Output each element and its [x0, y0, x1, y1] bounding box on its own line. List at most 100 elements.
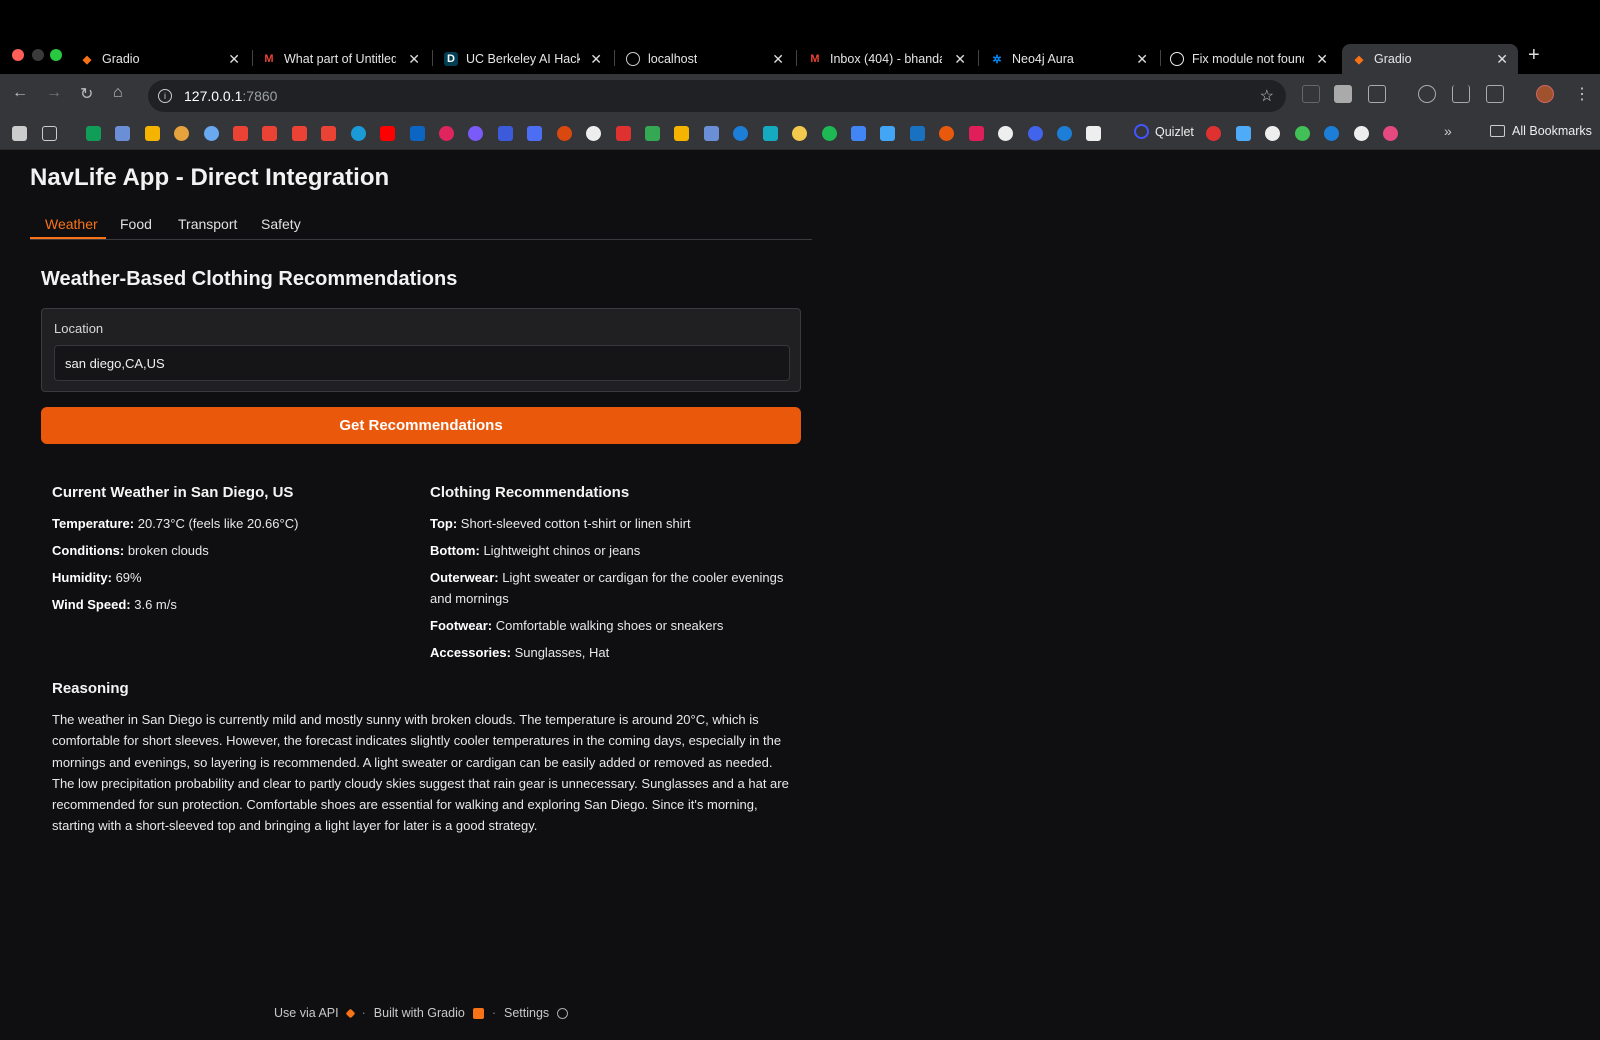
cast-icon[interactable] [1302, 85, 1320, 103]
pdf-icon[interactable] [616, 126, 631, 141]
bookmark-icon[interactable] [704, 126, 719, 141]
section-title: Weather-Based Clothing Recommendations [41, 268, 458, 290]
close-icon[interactable]: ✕ [408, 51, 420, 68]
gear-icon [557, 1007, 569, 1019]
side-panel-icon[interactable] [1486, 85, 1504, 103]
browser-tab[interactable]: ◆ Gradio ✕ [80, 44, 240, 74]
docs-icon[interactable] [851, 126, 866, 141]
bookmark-icon[interactable] [939, 126, 954, 141]
bookmark-icon[interactable] [1324, 126, 1339, 141]
globe-icon[interactable] [1265, 126, 1280, 141]
menu-dots-icon[interactable]: ⋮ [1574, 84, 1590, 104]
bookmark-icon[interactable] [498, 126, 513, 141]
reload-icon[interactable]: ↻ [80, 84, 93, 104]
youtube-icon[interactable] [380, 126, 395, 141]
bookmark-icon[interactable] [1295, 126, 1310, 141]
bookmark-icon[interactable] [439, 126, 454, 141]
download-icon[interactable] [1452, 85, 1470, 103]
bookmark-icon[interactable] [1028, 126, 1043, 141]
dribbble-icon[interactable] [1383, 126, 1398, 141]
gradio-logo-icon [472, 1007, 484, 1019]
bookmark-icon[interactable] [910, 126, 925, 141]
minimize-window-button[interactable] [32, 49, 44, 61]
gmail-icon[interactable] [321, 126, 336, 141]
tab-weather[interactable]: Weather [45, 216, 98, 232]
github-icon[interactable] [586, 126, 601, 141]
globe-icon[interactable] [998, 126, 1013, 141]
keep-icon[interactable] [145, 126, 160, 141]
all-bookmarks-button[interactable]: All Bookmarks [1490, 124, 1592, 138]
bookmark-icon[interactable] [468, 126, 483, 141]
built-with-gradio-link[interactable]: Built with Gradio [374, 1006, 465, 1020]
tab-separator [432, 50, 433, 66]
chatgpt-icon [1170, 52, 1184, 66]
bookmark-icon[interactable] [557, 126, 572, 141]
tab-food[interactable]: Food [120, 216, 152, 232]
forward-arrow-icon[interactable]: → [46, 84, 62, 102]
settings-link[interactable]: Settings [504, 1006, 549, 1020]
browser-tab[interactable]: M What part of Untitled ✕ [262, 44, 420, 74]
bookmark-icon[interactable] [763, 126, 778, 141]
close-icon[interactable]: ✕ [954, 51, 966, 68]
gmail-icon[interactable] [292, 126, 307, 141]
close-window-button[interactable] [12, 49, 24, 61]
back-arrow-icon[interactable]: ← [12, 84, 28, 102]
close-icon[interactable]: ✕ [228, 51, 240, 68]
close-icon[interactable]: ✕ [1136, 51, 1148, 68]
gmail-icon[interactable] [262, 126, 277, 141]
browser-tab-active[interactable]: ◆ Gradio ✕ [1342, 44, 1518, 74]
cloud-icon[interactable] [204, 126, 219, 141]
location-input[interactable] [54, 345, 790, 381]
browser-tab[interactable]: localhost ✕ [626, 44, 784, 74]
slack-icon[interactable] [969, 126, 984, 141]
bookmark-quizlet[interactable]: Quizlet [1134, 124, 1194, 139]
browser-tab[interactable]: D UC Berkeley AI Hacka ✕ [444, 44, 602, 74]
spotify-icon[interactable] [822, 126, 837, 141]
browser-tab[interactable]: ✲ Neo4j Aura ✕ [990, 44, 1148, 74]
bookmark-icon[interactable] [1236, 126, 1251, 141]
bookmark-icon[interactable] [174, 126, 189, 141]
python-icon[interactable] [792, 126, 807, 141]
close-icon[interactable]: ✕ [1496, 51, 1508, 68]
bookmark-icon[interactable] [1057, 126, 1072, 141]
all-bookmarks-label: All Bookmarks [1512, 124, 1592, 138]
bookmark-icon[interactable] [115, 126, 130, 141]
gmail-icon[interactable] [233, 126, 248, 141]
flutter-icon[interactable] [880, 126, 895, 141]
incognito-icon[interactable] [1418, 85, 1436, 103]
linkedin-icon[interactable] [410, 126, 425, 141]
bookmark-star-icon[interactable]: ☆ [1260, 86, 1274, 106]
bookmark-icon[interactable] [527, 126, 542, 141]
tab-safety[interactable]: Safety [261, 216, 301, 232]
use-via-api-link[interactable]: Use via API [274, 1006, 339, 1020]
neo4j-icon: ✲ [992, 53, 1002, 66]
globe-icon[interactable] [1354, 126, 1369, 141]
puzzle-icon[interactable] [1368, 85, 1386, 103]
browser-tab[interactable]: Fix module not found ✕ [1170, 44, 1328, 74]
get-recommendations-button[interactable]: Get Recommendations [41, 407, 801, 444]
more-bookmarks-icon[interactable]: » [1444, 123, 1452, 139]
tab-transport[interactable]: Transport [178, 216, 237, 232]
bookmark-icon[interactable] [12, 126, 27, 141]
bookmark-icon[interactable] [674, 126, 689, 141]
home-icon[interactable]: ⌂ [113, 84, 123, 102]
extension-icon[interactable] [1334, 85, 1352, 103]
bookmark-icon[interactable] [1206, 126, 1221, 141]
avatar[interactable] [1536, 85, 1554, 103]
salesforce-icon[interactable] [351, 126, 366, 141]
maximize-window-button[interactable] [50, 49, 62, 61]
site-info-icon[interactable]: i [158, 89, 172, 103]
bookmark-icon[interactable] [733, 126, 748, 141]
apps-grid-icon[interactable] [42, 126, 57, 141]
close-icon[interactable]: ✕ [590, 51, 602, 68]
conditions-value: broken clouds [124, 543, 209, 558]
drive-icon[interactable] [645, 126, 660, 141]
address-bar[interactable]: i 127.0.0.1:7860 ☆ [148, 80, 1286, 112]
close-icon[interactable]: ✕ [772, 51, 784, 68]
bookmark-icon[interactable] [1086, 126, 1101, 141]
close-icon[interactable]: ✕ [1316, 51, 1328, 68]
browser-tab[interactable]: M Inbox (404) - bhanda ✕ [808, 44, 966, 74]
new-tab-button[interactable]: + [1528, 44, 1540, 67]
sheets-icon[interactable] [86, 126, 101, 141]
devpost-icon: D [444, 52, 458, 66]
